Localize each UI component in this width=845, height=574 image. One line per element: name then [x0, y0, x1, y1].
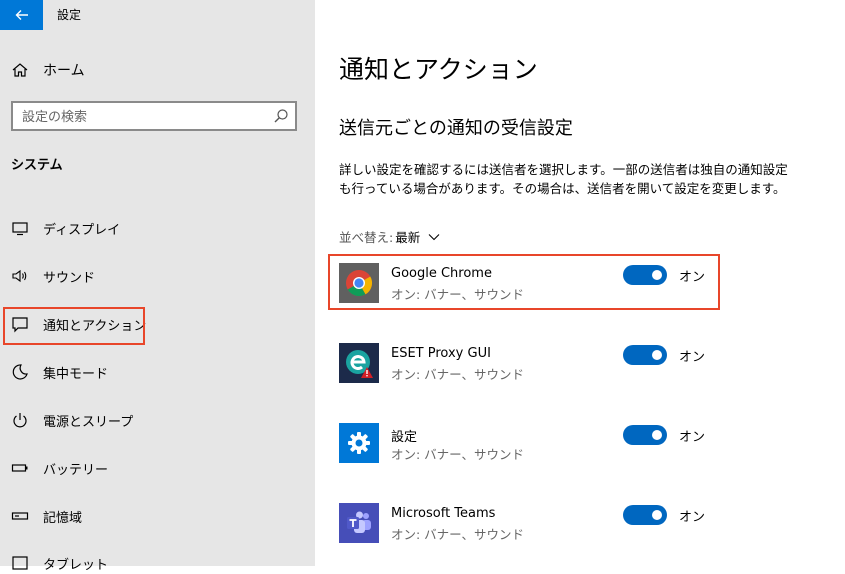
sidebar-item-label: 集中モード	[43, 366, 109, 382]
toggle-knob	[652, 510, 662, 520]
app-row-teams[interactable]: Microsoft Teams オン: バナー、サウンド オン	[339, 503, 719, 543]
toggle-label: オン	[679, 430, 706, 445]
sidebar-item-home[interactable]: ホーム	[11, 60, 85, 80]
section-title: 送信元ごとの通知の受信設定	[339, 118, 573, 139]
sidebar-item-focus-assist[interactable]: 集中モード	[11, 361, 108, 383]
sort-label: 並べ替え:	[339, 230, 394, 245]
toggle-label: オン	[679, 350, 706, 365]
sidebar-item-label: ディスプレイ	[43, 222, 121, 238]
sidebar-item-label: タブレット	[43, 557, 109, 573]
page-title: 通知とアクション	[339, 55, 538, 84]
speaker-icon	[11, 267, 29, 285]
chevron-down-icon	[428, 229, 440, 244]
chrome-row-highlight	[328, 254, 720, 310]
description-text: 詳しい設定を確認するには送信者を選択します。一部の送信者は独自の通知設定も行って…	[339, 162, 788, 196]
app-status: オン: バナー、サウンド	[391, 367, 525, 382]
eset-icon	[339, 343, 379, 383]
search-input[interactable]	[22, 107, 262, 127]
notification-toggle[interactable]	[623, 425, 667, 445]
monitor-icon	[11, 219, 29, 237]
app-status: オン: バナー、サウンド	[391, 447, 525, 462]
battery-icon	[11, 459, 29, 477]
app-row-eset[interactable]: ESET Proxy GUI オン: バナー、サウンド オン	[339, 343, 719, 383]
tablet-icon	[11, 554, 29, 572]
sidebar-item-battery[interactable]: バッテリー	[11, 457, 108, 479]
toggle-label: オン	[679, 510, 706, 525]
sort-dropdown[interactable]: 並べ替え: 最新	[339, 227, 440, 246]
notification-toggle[interactable]	[623, 505, 667, 525]
power-icon	[11, 411, 29, 429]
sidebar-item-tablet[interactable]: タブレット	[11, 552, 108, 574]
moon-icon	[11, 363, 29, 381]
search-icon[interactable]	[273, 108, 289, 128]
notification-toggle[interactable]	[623, 345, 667, 365]
sidebar-item-display[interactable]: ディスプレイ	[11, 217, 120, 239]
selection-highlight	[3, 307, 145, 345]
toggle-knob	[652, 430, 662, 440]
toggle-knob	[652, 350, 662, 360]
app-status: オン: バナー、サウンド	[391, 527, 525, 542]
sort-value: 最新	[395, 230, 421, 245]
app-name: Microsoft Teams	[391, 506, 496, 521]
storage-icon	[11, 507, 29, 525]
sidebar-item-label: ホーム	[43, 63, 85, 79]
settings-gear-icon	[339, 423, 379, 463]
home-icon	[11, 61, 29, 79]
search-box[interactable]	[11, 101, 297, 131]
sidebar-item-label: 記憶域	[43, 510, 83, 526]
sidebar: 設定 ホーム システム ディスプレイ	[0, 0, 315, 573]
sidebar-item-power[interactable]: 電源とスリープ	[11, 409, 133, 431]
teams-icon	[339, 503, 379, 543]
app-name: 設定	[391, 430, 418, 445]
sidebar-item-label: 電源とスリープ	[43, 414, 134, 430]
sidebar-item-sound[interactable]: サウンド	[11, 265, 95, 287]
arrow-left-icon	[15, 10, 28, 20]
app-name: ESET Proxy GUI	[391, 346, 491, 361]
sidebar-item-label: サウンド	[43, 270, 96, 286]
window-title: 設定	[57, 8, 82, 22]
sidebar-item-label: バッテリー	[43, 462, 109, 478]
app-row-settings[interactable]: 設定 オン: バナー、サウンド オン	[339, 423, 719, 463]
section-heading: システム	[11, 158, 63, 173]
back-button[interactable]	[0, 0, 43, 30]
sidebar-item-storage[interactable]: 記憶域	[11, 505, 82, 527]
